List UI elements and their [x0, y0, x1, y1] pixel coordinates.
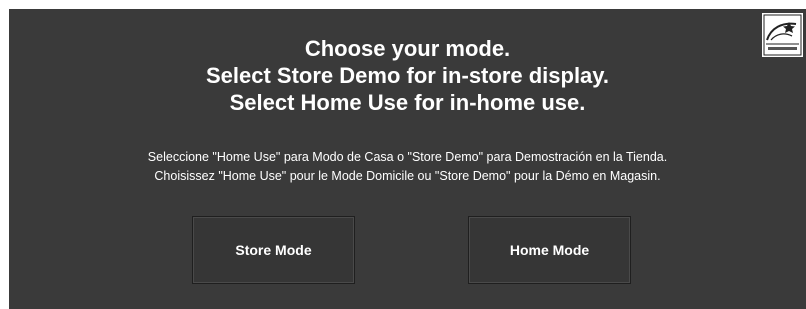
french-instructions: Choisissez "Home Use" pour le Mode Domic…	[154, 169, 661, 183]
heading: Choose your mode. Select Store Demo for …	[9, 35, 806, 116]
mode-selection-screen: Choose your mode. Select Store Demo for …	[9, 9, 806, 309]
home-mode-button[interactable]: Home Mode	[468, 216, 631, 284]
spanish-instructions: Seleccione "Home Use" para Modo de Casa …	[147, 150, 668, 164]
store-mode-button[interactable]: Store Mode	[192, 216, 355, 284]
heading-line-1: Choose your mode.	[304, 36, 511, 61]
translation-text: Seleccione "Home Use" para Modo de Casa …	[9, 148, 806, 186]
heading-line-3: Select Home Use for in-home use.	[229, 90, 586, 115]
heading-line-2: Select Store Demo for in-store display.	[205, 63, 610, 88]
